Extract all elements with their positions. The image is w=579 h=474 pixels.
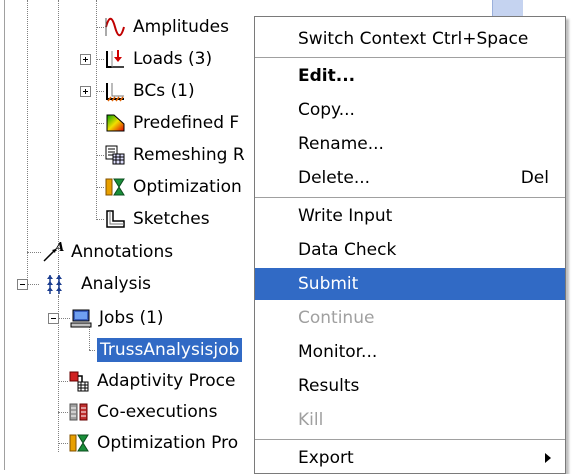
menu-separator bbox=[255, 197, 565, 199]
optimization-icon bbox=[105, 178, 125, 196]
tree-item-optimization-process[interactable]: Optimization Pro bbox=[68, 429, 241, 457]
svg-text:A: A bbox=[54, 241, 64, 254]
menu-item-kill[interactable]: Kill bbox=[255, 404, 565, 436]
tree-item-loads[interactable]: Loads (3) bbox=[104, 45, 215, 73]
tree-item-label: Optimization Pro bbox=[97, 433, 239, 453]
tree-item-label: BCs (1) bbox=[133, 81, 195, 101]
menu-item-results[interactable]: Results bbox=[255, 370, 565, 402]
context-menu: Switch Context Ctrl+Space Edit... Copy..… bbox=[254, 16, 566, 474]
menu-item-copy[interactable]: Copy... bbox=[255, 94, 565, 126]
menu-separator bbox=[255, 439, 565, 441]
amplitude-icon bbox=[105, 17, 125, 37]
tree-item-predefined-fields[interactable]: Predefined F bbox=[104, 109, 242, 137]
menu-item-label: Results bbox=[298, 376, 360, 396]
menu-item-shortcut: Ctrl+Space bbox=[432, 29, 529, 49]
tree-item-label: Amplitudes bbox=[133, 17, 229, 37]
menu-item-switch-context[interactable]: Switch Context Ctrl+Space bbox=[255, 23, 565, 55]
menu-item-continue[interactable]: Continue bbox=[255, 302, 565, 334]
menu-item-label: Write Input bbox=[298, 206, 393, 226]
menu-item-label: Rename... bbox=[298, 134, 384, 154]
bc-icon bbox=[106, 83, 124, 102]
menu-item-label: Switch Context bbox=[298, 29, 427, 49]
menu-item-label: Monitor... bbox=[298, 342, 378, 362]
tree-item-label: Predefined F bbox=[133, 113, 240, 133]
tree-item-label: Loads (3) bbox=[133, 49, 213, 69]
load-icon bbox=[106, 50, 124, 68]
menu-item-delete[interactable]: Delete... Del bbox=[255, 162, 565, 194]
collapse-analysis-toggle[interactable] bbox=[17, 279, 28, 290]
tree-item-amplitudes[interactable]: Amplitudes bbox=[104, 13, 232, 41]
tree-item-label: Optimization bbox=[133, 177, 242, 197]
menu-item-label: Copy... bbox=[298, 100, 355, 120]
tree-border bbox=[4, 0, 5, 470]
optimization-process-icon bbox=[69, 434, 89, 452]
menu-item-label: Edit... bbox=[298, 66, 356, 86]
tree-item-sketches[interactable]: Sketches bbox=[104, 205, 213, 233]
predefined-field-icon bbox=[106, 114, 125, 132]
tree-item-remeshing-rules[interactable]: Remeshing R bbox=[104, 141, 248, 169]
tree-item-optimization-tasks[interactable]: Optimization bbox=[104, 173, 245, 201]
menu-item-label: Kill bbox=[298, 410, 324, 430]
menu-item-edit[interactable]: Edit... bbox=[255, 60, 565, 92]
annotation-icon: A bbox=[43, 241, 64, 262]
remeshing-rule-icon bbox=[105, 145, 125, 165]
tree-item-label: Jobs (1) bbox=[99, 308, 164, 328]
tree-item-label: Adaptivity Proce bbox=[97, 371, 236, 391]
menu-item-label: Export bbox=[298, 448, 354, 468]
menu-item-label: Submit bbox=[298, 274, 359, 294]
sketch-icon bbox=[106, 210, 125, 228]
tree-item-analysis[interactable]: Analysis bbox=[40, 270, 154, 298]
submenu-arrow-icon bbox=[545, 453, 551, 463]
tree-item-label: TrussAnalysisjob bbox=[95, 337, 244, 363]
tree-item-label: Remeshing R bbox=[133, 145, 245, 165]
menu-item-label: Delete... bbox=[298, 168, 371, 188]
menu-item-label: Data Check bbox=[298, 240, 397, 260]
menu-item-label: Continue bbox=[298, 308, 375, 328]
expand-loads-toggle[interactable] bbox=[80, 54, 91, 65]
menu-item-export[interactable]: Export bbox=[255, 442, 565, 474]
analysis-icon bbox=[47, 275, 62, 294]
menu-item-rename[interactable]: Rename... bbox=[255, 128, 565, 160]
tree-item-label: Annotations bbox=[71, 242, 174, 262]
tree-item-annotations[interactable]: A Annotations bbox=[42, 238, 176, 266]
tree-item-truss-analysis-job[interactable]: TrussAnalysisjob bbox=[95, 336, 244, 364]
jobs-icon bbox=[70, 309, 92, 328]
menu-separator bbox=[255, 57, 565, 59]
tree-item-adaptivity-processes[interactable]: Adaptivity Proce bbox=[68, 367, 238, 395]
tree-item-label: Analysis bbox=[81, 274, 152, 294]
tree-item-jobs[interactable]: Jobs (1) bbox=[70, 304, 167, 332]
expand-bcs-toggle[interactable] bbox=[80, 86, 91, 97]
menu-item-monitor[interactable]: Monitor... bbox=[255, 336, 565, 368]
menu-item-data-check[interactable]: Data Check bbox=[255, 234, 565, 266]
collapse-jobs-toggle[interactable] bbox=[48, 313, 59, 324]
tree-item-label: Sketches bbox=[133, 209, 210, 229]
tree-item-bcs[interactable]: BCs (1) bbox=[104, 77, 198, 105]
adaptivity-icon bbox=[69, 371, 89, 392]
tree-item-co-executions[interactable]: Co-executions bbox=[68, 398, 220, 426]
tree-item-label: Co-executions bbox=[97, 402, 218, 422]
menu-item-shortcut: Del bbox=[520, 168, 549, 188]
menu-item-submit[interactable]: Submit bbox=[255, 268, 565, 300]
co-execution-icon bbox=[69, 403, 88, 421]
menu-item-write-input[interactable]: Write Input bbox=[255, 200, 565, 232]
